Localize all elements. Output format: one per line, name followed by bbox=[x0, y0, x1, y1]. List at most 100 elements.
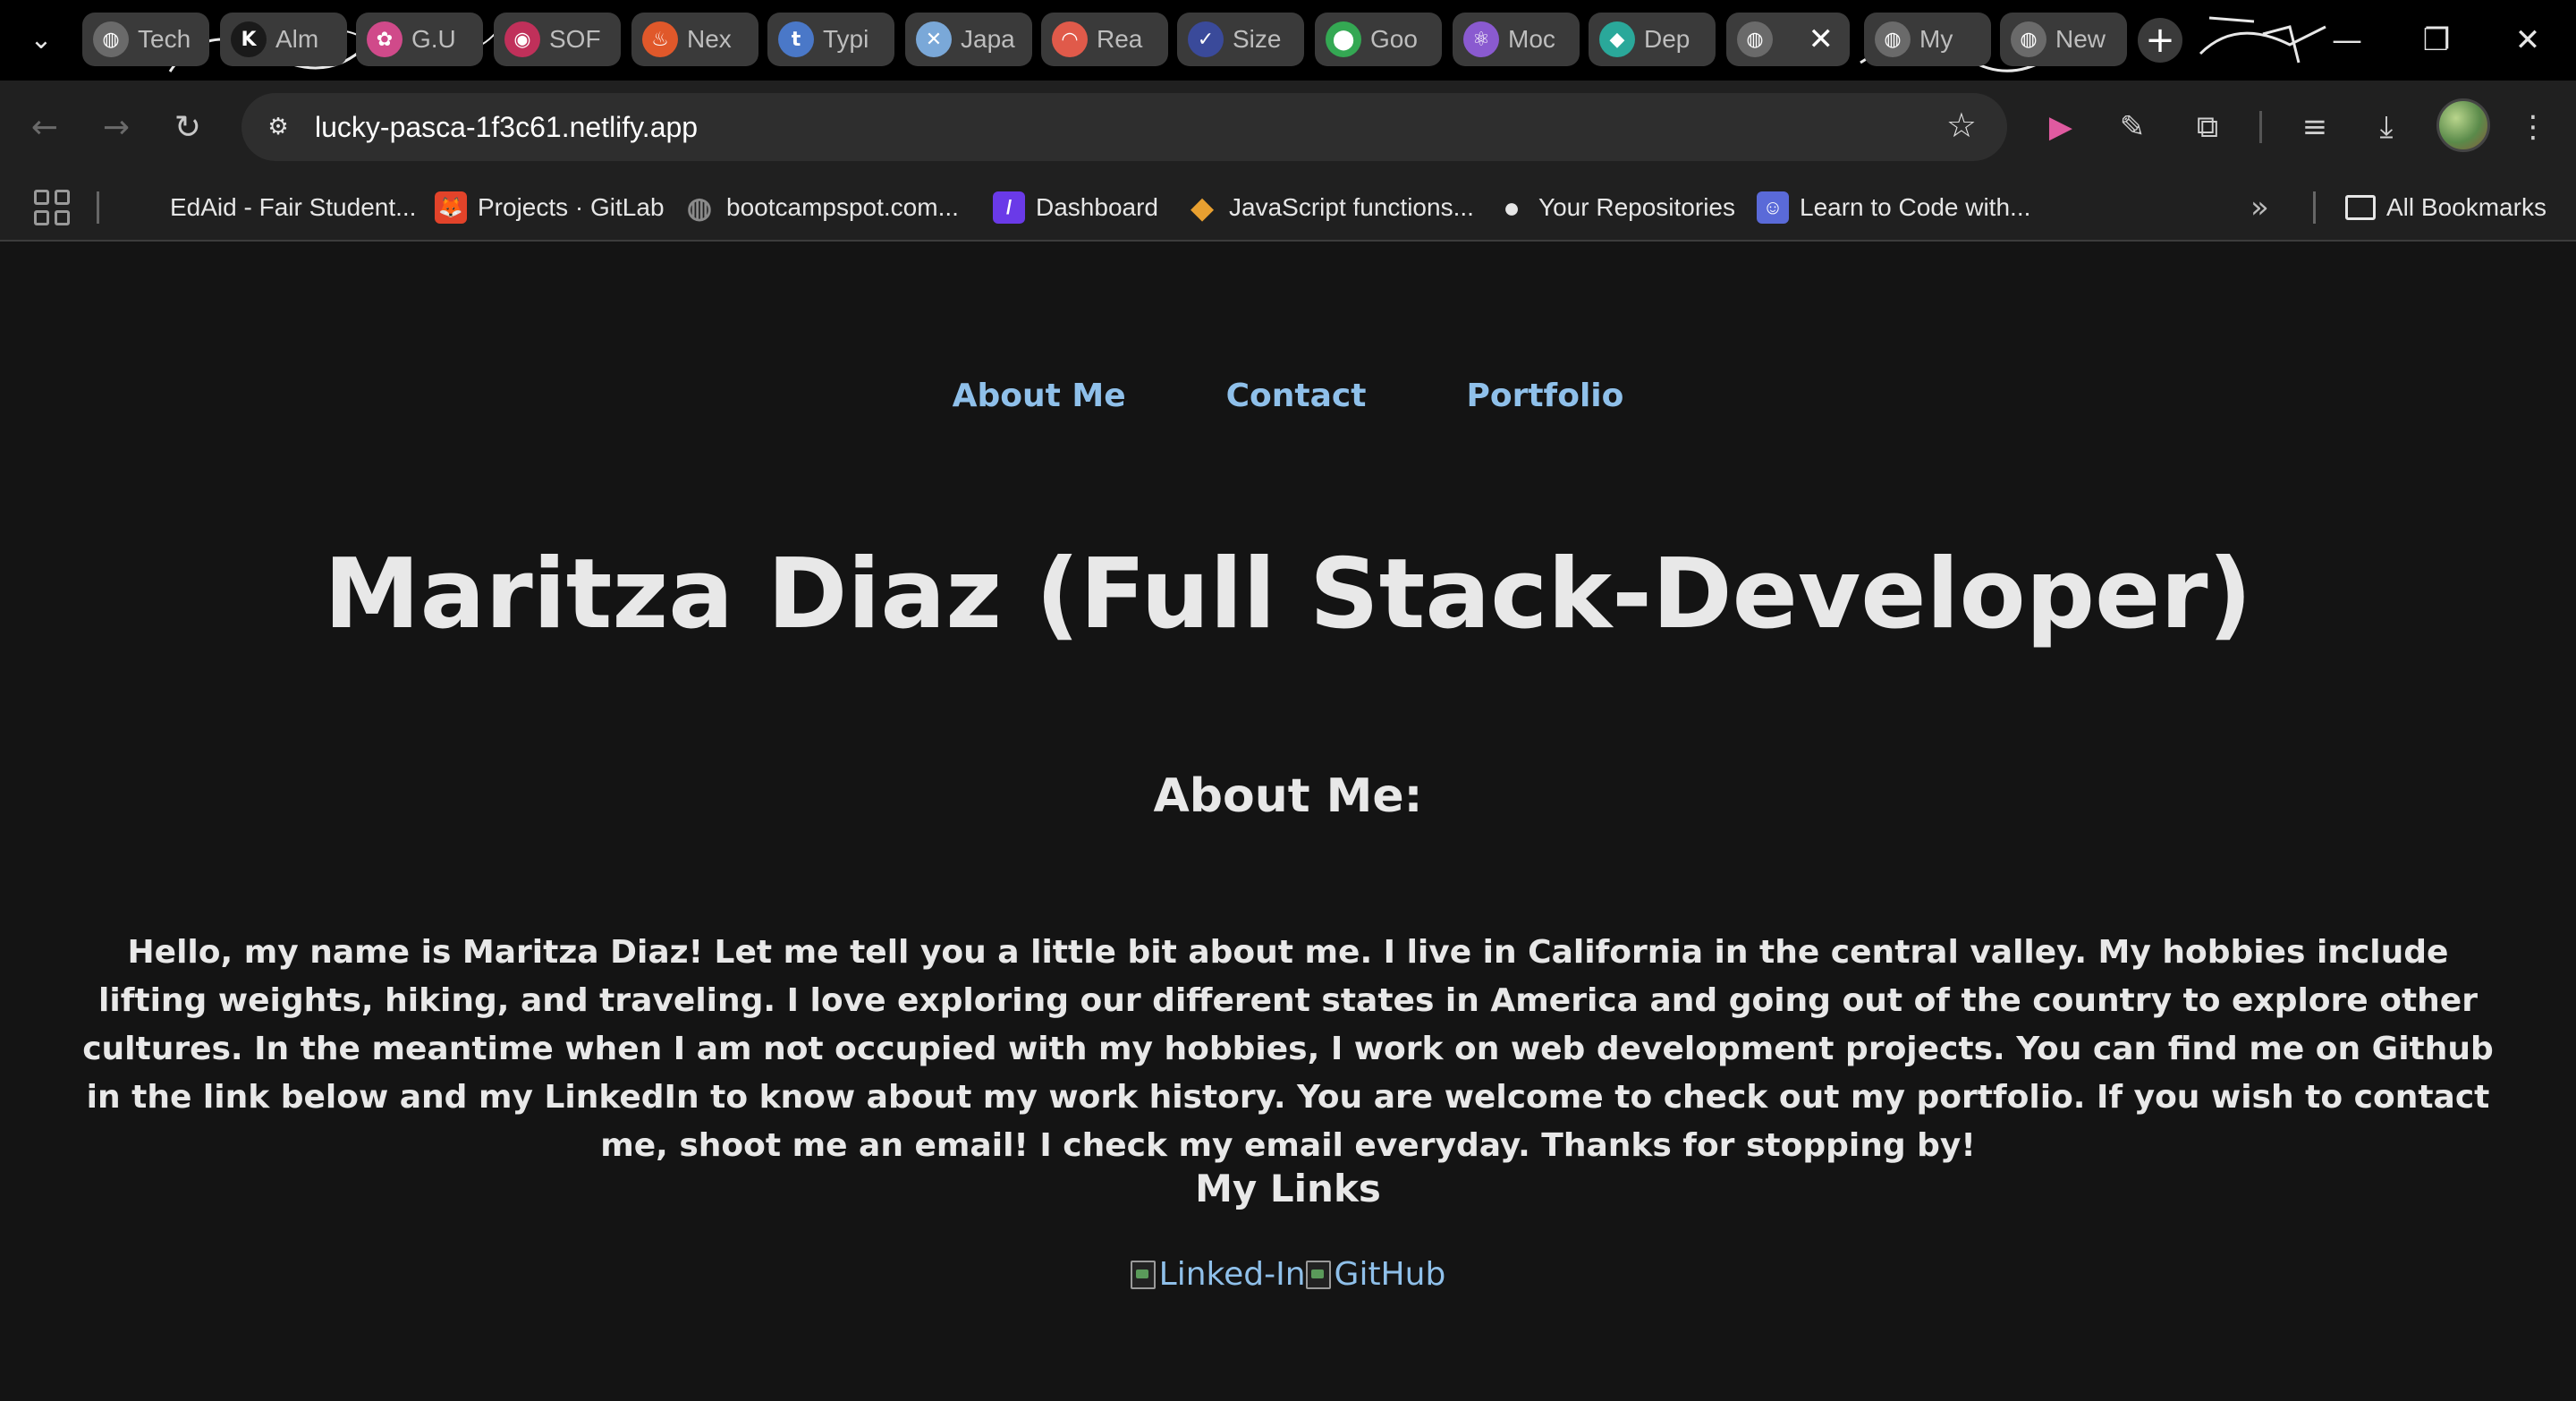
bookmark-star-icon[interactable]: ☆ bbox=[1946, 106, 1977, 145]
bookmark-label: EdAid - Fair Student... bbox=[170, 193, 417, 221]
links-heading: My Links bbox=[1195, 1167, 1381, 1210]
diamond-icon: ◆ bbox=[1191, 191, 1214, 224]
globe-icon: ◍ bbox=[93, 21, 129, 57]
browser-tab[interactable]: ✕ Japa bbox=[905, 13, 1032, 66]
check-logo-icon: ✓ bbox=[1188, 21, 1224, 57]
bookmark-label: Your Repositories bbox=[1538, 193, 1735, 221]
pink-circle-icon: ◉ bbox=[504, 21, 540, 57]
flame-icon: ♨ bbox=[642, 21, 678, 57]
folder-icon bbox=[2345, 195, 2376, 220]
browser-tab[interactable]: ◍ New bbox=[2000, 13, 2127, 66]
dashboard-logo-icon: / bbox=[993, 191, 1025, 224]
bookmark-item[interactable]: ☺ Learn to Code with... bbox=[1757, 184, 2030, 231]
tab-title: My bbox=[1919, 25, 1953, 53]
tab-title: SOF bbox=[549, 25, 601, 53]
t-logo-icon: t bbox=[778, 21, 814, 57]
github-link[interactable]: GitHub bbox=[1305, 1256, 1446, 1293]
bookmarks-bar: EdAid - Fair Student... 🦊 Projects · GitLa… bbox=[0, 174, 2576, 242]
browser-tab[interactable]: ⬤ Goo bbox=[1315, 13, 1442, 66]
browser-tab[interactable]: ◍ ✕ bbox=[1726, 13, 1850, 66]
bookmark-item[interactable]: 🦊 Projects · GitLab bbox=[435, 184, 665, 231]
all-bookmarks-button[interactable]: All Bookmarks bbox=[2345, 184, 2546, 231]
web-page: About Me Contact Portfolio Maritza Diaz … bbox=[0, 243, 2576, 1401]
broken-image-icon bbox=[1130, 1260, 1156, 1289]
rainbow-icon: ◠ bbox=[1052, 21, 1088, 57]
globe-icon: ◍ bbox=[1875, 21, 1911, 57]
k-logo-icon: K bbox=[231, 21, 267, 57]
color-picker-extension-icon[interactable]: ✎ bbox=[2107, 102, 2157, 152]
browser-tab[interactable]: ◉ SOF bbox=[494, 13, 621, 66]
page-title: Maritza Diaz (Full Stack-Developer) bbox=[324, 539, 2252, 650]
tab-title: Size bbox=[1233, 25, 1282, 53]
apps-grid-icon[interactable] bbox=[34, 190, 70, 225]
browser-menu-icon[interactable]: ⋮ bbox=[2508, 102, 2558, 152]
tab-search-dropdown-icon[interactable]: ⌄ bbox=[20, 18, 63, 61]
screen-recorder-extension-icon[interactable]: ▶ bbox=[2036, 102, 2086, 152]
maps-pin-icon: ⬤ bbox=[1326, 21, 1361, 57]
bookmark-item[interactable]: ◆ JavaScript functions... bbox=[1186, 184, 1474, 231]
tab-title: Typi bbox=[823, 25, 869, 53]
linkedin-link[interactable]: Linked-In bbox=[1130, 1256, 1306, 1293]
tab-title: Tech bbox=[138, 25, 191, 53]
bookmark-label: Learn to Code with... bbox=[1800, 193, 2031, 221]
site-navigation: About Me Contact Portfolio bbox=[0, 378, 2576, 414]
browser-tab[interactable]: ⚛ Moc bbox=[1453, 13, 1580, 66]
restore-icon[interactable]: ❐ bbox=[2410, 16, 2463, 64]
links-row: Linked-In GitHub bbox=[0, 1256, 2576, 1293]
toolbar-divider bbox=[2259, 111, 2262, 143]
download-icon[interactable]: ⤓ bbox=[2361, 102, 2411, 152]
tab-title: Nex bbox=[687, 25, 732, 53]
address-bar[interactable]: ⚙ lucky-pasca-1f3c61.netlify.app ☆ bbox=[242, 93, 2007, 161]
browser-tab[interactable]: ◍ My bbox=[1864, 13, 1991, 66]
reading-list-icon[interactable]: ≡ bbox=[2290, 102, 2340, 152]
bookmark-label: Projects · GitLab bbox=[478, 193, 665, 221]
brain-icon: ✿ bbox=[367, 21, 402, 57]
tab-title: Dep bbox=[1644, 25, 1690, 53]
browser-tab[interactable]: ◍ Tech bbox=[82, 13, 209, 66]
tab-strip: ⌄ ◍ Tech K Alm ✿ G.U ◉ SOF ♨ Nex t Typi ✕ Japa ◠ Rea ✓ Si… bbox=[0, 0, 2576, 81]
robot-icon: ☺ bbox=[1757, 191, 1789, 224]
bookmarks-divider bbox=[97, 191, 99, 224]
github-image-alt: GitHub bbox=[1334, 1256, 1446, 1293]
bookmark-item[interactable]: EdAid - Fair Student... bbox=[170, 184, 416, 231]
nav-link-contact[interactable]: Contact bbox=[1226, 378, 1367, 414]
globe-icon: ◍ bbox=[2011, 21, 2046, 57]
browser-tab[interactable]: ◠ Rea bbox=[1041, 13, 1168, 66]
tab-title: Moc bbox=[1508, 25, 1555, 53]
bookmark-item[interactable]: ◍ bootcampspot.com... bbox=[683, 184, 959, 231]
browser-tab[interactable]: t Typi bbox=[767, 13, 894, 66]
browser-tab[interactable]: ♨ Nex bbox=[631, 13, 758, 66]
reload-icon[interactable]: ↻ bbox=[161, 100, 215, 154]
extensions-puzzle-icon[interactable]: ⧉ bbox=[2182, 102, 2233, 152]
tab-title: Alm bbox=[275, 25, 319, 53]
bookmark-label: JavaScript functions... bbox=[1229, 193, 1474, 221]
new-tab-button[interactable]: + bbox=[2138, 18, 2182, 63]
tab-title: Goo bbox=[1370, 25, 1418, 53]
browser-tab[interactable]: ◆ Dep bbox=[1589, 13, 1716, 66]
browser-tab[interactable]: K Alm bbox=[220, 13, 347, 66]
broken-image-icon bbox=[1305, 1260, 1331, 1289]
url-text[interactable]: lucky-pasca-1f3c61.netlify.app bbox=[315, 111, 698, 144]
browser-toolbar: ← → ↻ ⚙ lucky-pasca-1f3c61.netlify.app ☆… bbox=[0, 81, 2576, 174]
tab-title: G.U bbox=[411, 25, 456, 53]
back-arrow-icon[interactable]: ← bbox=[18, 100, 72, 154]
close-window-icon[interactable]: ✕ bbox=[2501, 16, 2555, 64]
close-tab-icon[interactable]: ✕ bbox=[1809, 21, 1835, 57]
about-heading: About Me: bbox=[1153, 769, 1423, 823]
profile-avatar[interactable] bbox=[2436, 98, 2490, 152]
about-paragraph: Hello, my name is Maritza Diaz! Let me t… bbox=[82, 934, 2494, 1164]
bookmarks-divider bbox=[2313, 191, 2316, 224]
browser-tab[interactable]: ✓ Size bbox=[1177, 13, 1304, 66]
bookmark-label: Dashboard bbox=[1036, 193, 1158, 221]
forward-arrow-icon[interactable]: → bbox=[89, 100, 143, 154]
bookmark-item[interactable]: ● Your Repositories bbox=[1496, 184, 1735, 231]
globe-icon: ◍ bbox=[1737, 21, 1773, 57]
nav-link-about-me[interactable]: About Me bbox=[953, 378, 1126, 414]
minimize-icon[interactable]: — bbox=[2320, 16, 2374, 64]
nav-link-portfolio[interactable]: Portfolio bbox=[1466, 378, 1623, 414]
bookmark-item[interactable]: / Dashboard bbox=[993, 184, 1158, 231]
more-bookmarks-chevron-icon[interactable]: » bbox=[2250, 190, 2269, 225]
react-icon: ⚛ bbox=[1463, 21, 1499, 57]
site-info-icon[interactable]: ⚙ bbox=[254, 103, 302, 151]
browser-tab[interactable]: ✿ G.U bbox=[356, 13, 483, 66]
